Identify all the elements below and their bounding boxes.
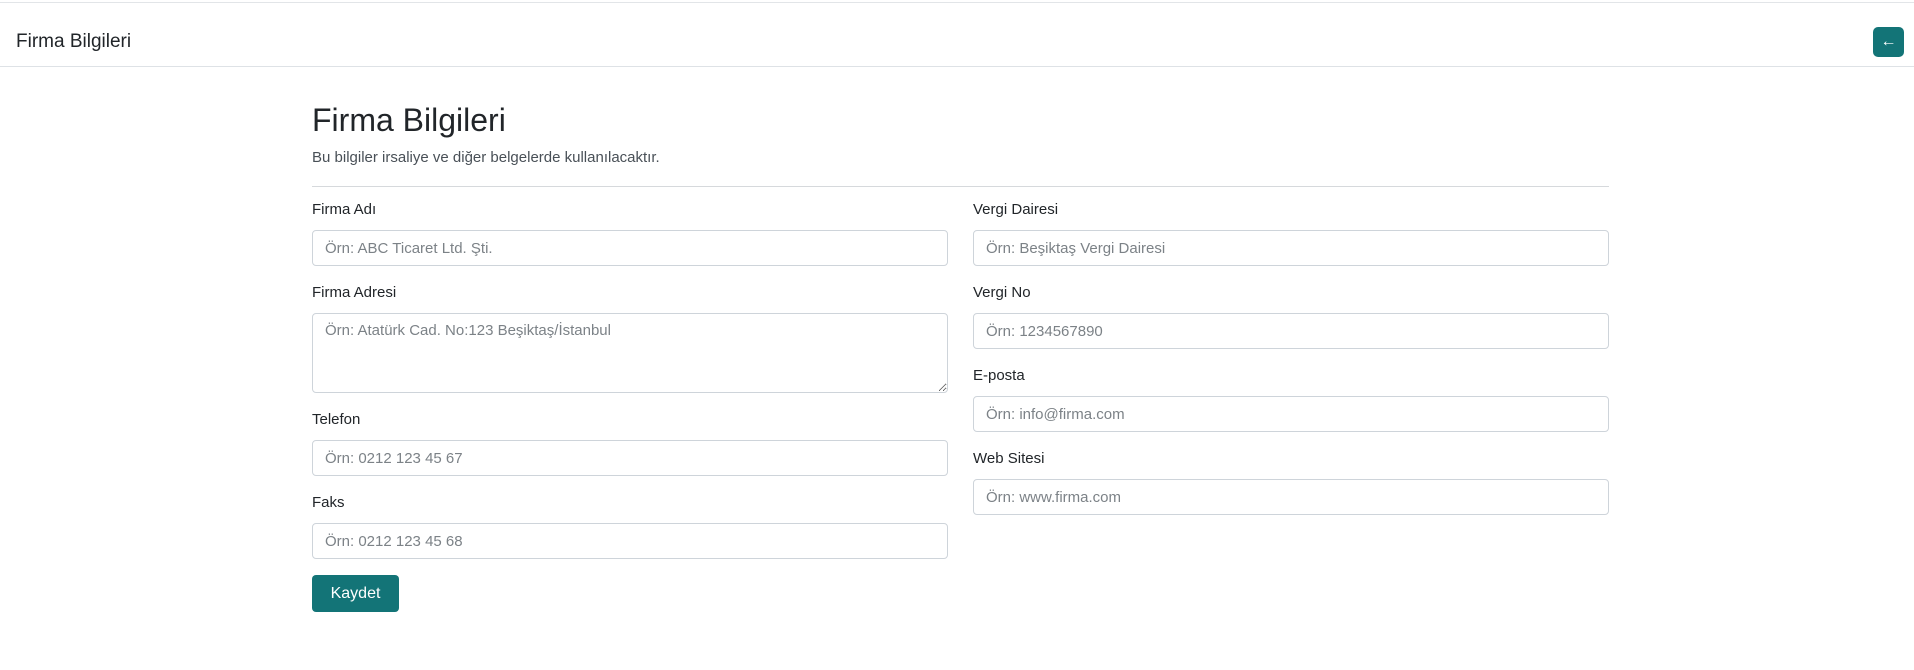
page-title: Firma Bilgileri	[312, 102, 506, 138]
page-subtitle: Bu bilgiler irsaliye ve diğer belgelerde…	[312, 149, 660, 166]
header-title: Firma Bilgileri	[16, 31, 132, 52]
email-label: E-posta	[973, 367, 1025, 384]
company-name-label: Firma Adı	[312, 201, 377, 218]
phone-input[interactable]	[312, 440, 948, 476]
tax-office-field: Vergi Dairesi	[973, 200, 1609, 266]
save-button[interactable]: Kaydet	[312, 575, 399, 612]
company-name-field: Firma Adı	[312, 200, 948, 266]
company-address-field: Firma Adresi	[312, 283, 948, 393]
tax-number-label: Vergi No	[973, 284, 1031, 301]
company-name-input[interactable]	[312, 230, 948, 266]
fax-field: Faks	[312, 493, 948, 559]
arrow-left-icon: ←	[1880, 33, 1897, 50]
tax-number-field: Vergi No	[973, 283, 1609, 349]
app-header: Firma Bilgileri ←	[0, 3, 1914, 67]
company-address-textarea[interactable]	[312, 313, 948, 393]
company-address-label: Firma Adresi	[312, 284, 397, 301]
email-field: E-posta	[973, 366, 1609, 432]
website-field: Web Sitesi	[973, 449, 1609, 515]
phone-field: Telefon	[312, 410, 948, 476]
form-column-left: Firma Adı Firma Adresi Telefon Faks Kayd…	[312, 200, 948, 612]
website-label: Web Sitesi	[973, 450, 1045, 467]
website-input[interactable]	[973, 479, 1609, 515]
form-column-right: Vergi Dairesi Vergi No E-posta Web Sites…	[973, 200, 1609, 532]
tax-office-label: Vergi Dairesi	[973, 201, 1059, 218]
fax-input[interactable]	[312, 523, 948, 559]
tax-office-input[interactable]	[973, 230, 1609, 266]
divider	[312, 186, 1609, 187]
phone-label: Telefon	[312, 411, 361, 428]
main-content: Firma Bilgileri Bu bilgiler irsaliye ve …	[312, 100, 1609, 612]
email-input[interactable]	[973, 396, 1609, 432]
tax-number-input[interactable]	[973, 313, 1609, 349]
fax-label: Faks	[312, 494, 345, 511]
back-button[interactable]: ←	[1873, 27, 1904, 57]
